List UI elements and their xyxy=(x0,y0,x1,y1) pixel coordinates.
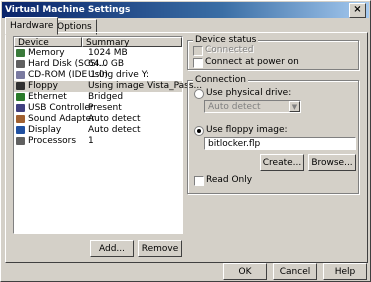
device-name: USB Controller xyxy=(28,103,94,113)
device-summary: Present xyxy=(88,103,122,113)
device-name: Processors xyxy=(28,136,77,146)
device-summary: 1024 MB xyxy=(88,48,128,58)
summary-column-header[interactable]: Summary xyxy=(82,37,182,48)
device-summary: 1 xyxy=(88,136,94,146)
device-list-header: Device Summary xyxy=(14,37,182,48)
device-summary: Using drive Y: xyxy=(88,70,150,80)
device-summary: 64.0 GB xyxy=(88,59,125,69)
physical-drive-radio[interactable] xyxy=(194,89,204,99)
device-summary: Bridged xyxy=(88,92,124,102)
chevron-down-icon[interactable]: ▼ xyxy=(289,101,300,112)
remove-button[interactable]: Remove xyxy=(138,240,182,257)
floppy-icon xyxy=(16,82,25,90)
device-row[interactable]: Floppy Using image Vista_Pass... xyxy=(14,81,202,92)
help-button[interactable]: Help xyxy=(323,263,367,280)
connect-power-on-label: Connect at power on xyxy=(205,57,299,67)
read-only-label: Read Only xyxy=(206,175,253,185)
usb-icon xyxy=(16,104,25,112)
device-row[interactable]: CD-ROM (IDE 1:0) Using drive Y: xyxy=(14,70,182,81)
device-status-label: Device status xyxy=(193,35,259,45)
device-row[interactable]: Ethernet Bridged xyxy=(14,92,182,103)
connection-label: Connection xyxy=(193,75,248,85)
create-button[interactable]: Create... xyxy=(260,154,304,171)
device-summary: Auto detect xyxy=(88,125,141,135)
ok-button[interactable]: OK xyxy=(223,263,267,280)
hard-disk-icon xyxy=(16,60,25,68)
close-icon[interactable]: × xyxy=(349,3,366,18)
physical-drive-label: Use physical drive: xyxy=(206,88,292,98)
sound-icon xyxy=(16,115,25,123)
add-button[interactable]: Add... xyxy=(90,240,134,257)
device-row[interactable]: Hard Disk (SCSI... 64.0 GB xyxy=(14,59,182,70)
floppy-image-radio[interactable] xyxy=(194,126,204,136)
cdrom-icon xyxy=(16,71,25,79)
device-name: Sound Adapter xyxy=(28,114,95,124)
title-bar[interactable]: Virtual Machine Settings × xyxy=(2,2,369,18)
processor-icon xyxy=(16,137,25,145)
radio-selected-dot xyxy=(197,129,201,133)
tab-hardware[interactable]: Hardware xyxy=(5,17,59,35)
ethernet-icon xyxy=(16,93,25,101)
device-name: Floppy xyxy=(28,81,58,91)
device-name: Display xyxy=(28,125,62,135)
vm-settings-window: Virtual Machine Settings × Hardware Opti… xyxy=(0,0,371,282)
device-row[interactable]: USB Controller Present xyxy=(14,103,182,114)
device-column-header[interactable]: Device xyxy=(14,37,82,48)
floppy-image-label: Use floppy image: xyxy=(206,125,288,135)
device-row[interactable]: Memory 1024 MB xyxy=(14,48,182,59)
device-summary: Using image Vista_Pass... xyxy=(88,81,203,91)
read-only-checkbox[interactable] xyxy=(194,176,204,186)
floppy-image-field[interactable]: bitlocker.flp xyxy=(204,137,356,150)
window-title: Virtual Machine Settings xyxy=(5,5,131,15)
connected-label: Connected xyxy=(205,45,254,55)
memory-icon xyxy=(16,49,25,57)
device-name: Ethernet xyxy=(28,92,67,102)
display-icon xyxy=(16,126,25,134)
device-list[interactable]: Device Summary Memory 1024 MB Hard Disk (S… xyxy=(13,36,202,234)
connect-power-on-checkbox[interactable] xyxy=(193,58,203,68)
device-row[interactable]: Display Auto detect xyxy=(14,125,182,136)
browse-button[interactable]: Browse... xyxy=(308,154,356,171)
device-row[interactable]: Sound Adapter Auto detect xyxy=(14,114,182,125)
physical-drive-select[interactable]: Auto detect ▼ xyxy=(204,100,301,113)
connected-checkbox[interactable] xyxy=(193,46,203,56)
cancel-button[interactable]: Cancel xyxy=(273,263,317,280)
physical-drive-value: Auto detect xyxy=(208,102,261,112)
device-row[interactable]: Processors 1 xyxy=(14,136,182,147)
device-name: Memory xyxy=(28,48,65,58)
device-summary: Auto detect xyxy=(88,114,141,124)
